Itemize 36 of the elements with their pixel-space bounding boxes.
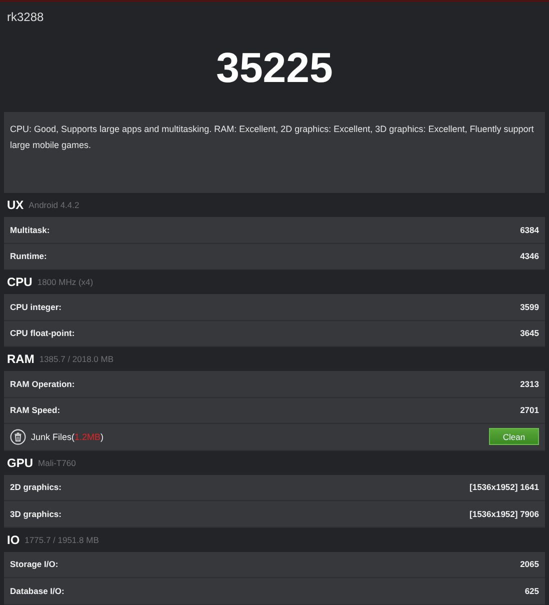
section-title: RAM [7,352,34,366]
test-label: 2D graphics: [10,482,62,492]
test-label: Storage I/O: [10,559,58,570]
test-label: Runtime: [10,251,47,262]
test-score: 3599 [520,302,539,312]
section-title: GPU [7,456,34,470]
section-title: IO [7,532,20,546]
section-title: UX [7,198,24,212]
test-label: RAM Speed: [10,405,60,416]
clean-button[interactable]: Clean [489,428,539,446]
summary-text: CPU: Good, Supports large apps and multitasking. RAM: Excellent, 2D graphics: Excellent, 3D graphics: Excellent, Fluently support large mobile games. [10,123,535,152]
test-score: [1536x1952] 7906 [470,508,539,519]
test-score: 6384 [520,224,539,235]
test-label: RAM Operation: [10,378,75,389]
test-score: 2313 [520,378,539,389]
test-score: 625 [524,586,539,596]
test-score: 2701 [520,405,539,416]
trash-icon [10,428,26,445]
test-score: 2065 [520,559,539,570]
section-subtitle: 1385.7 / 2018.0 MB [39,354,114,364]
test-label: 3D graphics: [10,508,62,519]
test-label: Multitask: [10,224,50,235]
test-label: CPU float-point: [10,328,75,338]
test-score: [1536x1952] 1641 [470,482,539,492]
section-subtitle: Android 4.4.2 [28,200,80,210]
total-score: 35225 [216,44,333,92]
test-score: 3645 [520,328,539,338]
section-title: CPU [7,275,32,289]
test-label: CPU integer: [10,302,62,312]
test-label: Database I/O: [10,586,64,596]
device-name: rk3288 [6,9,44,24]
section-subtitle: 1775.7 / 1951.8 MB [24,534,99,544]
junk-files-label: Junk Files(1.2MB) [31,432,104,442]
section-subtitle: Mali-T760 [38,458,76,468]
test-score: 4346 [520,251,539,262]
section-subtitle: 1800 MHz (x4) [37,277,94,287]
